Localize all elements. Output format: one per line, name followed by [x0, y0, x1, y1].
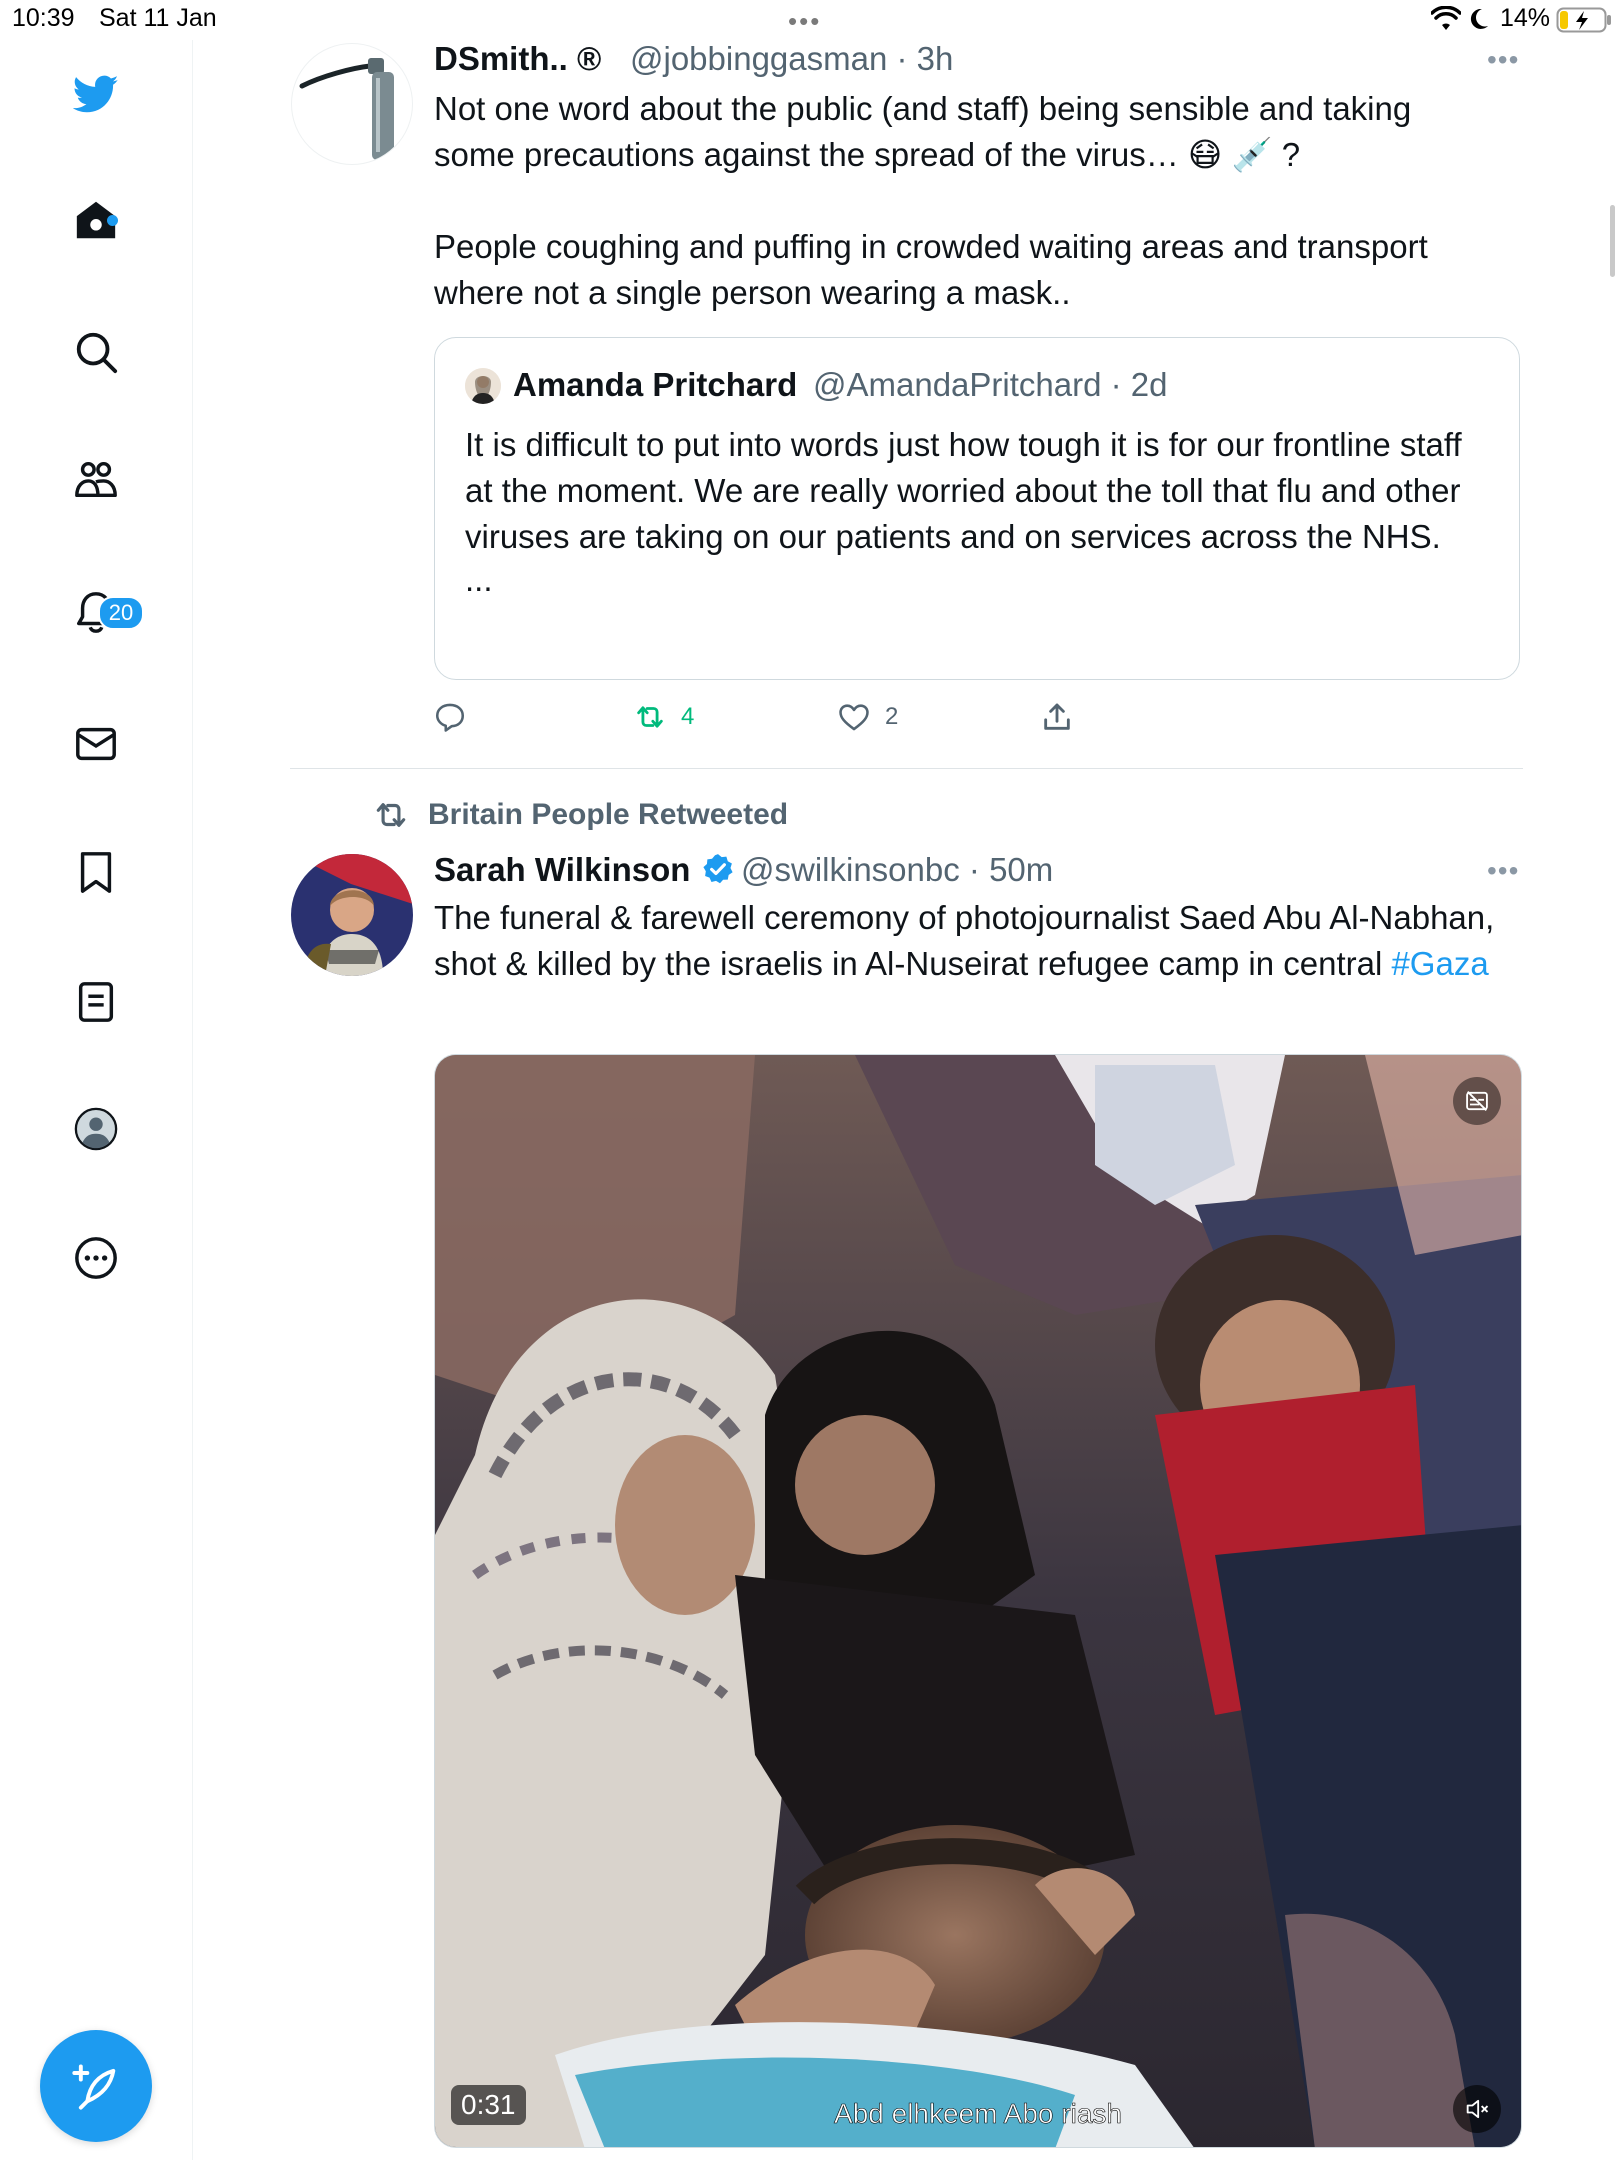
like-count: 2 — [885, 703, 899, 730]
nav-profile[interactable] — [66, 1099, 126, 1159]
notifications-badge: 20 — [98, 596, 144, 630]
tweet-text-line: Not one word about the public (and staff… — [434, 90, 1412, 127]
scroll-indicator[interactable] — [1610, 205, 1615, 277]
author-avatar[interactable] — [291, 854, 413, 976]
share-icon — [1044, 703, 1070, 730]
twitter-logo-icon[interactable] — [66, 64, 126, 124]
retweet-icon — [637, 706, 663, 728]
tweet-more-options-icon[interactable]: ••• — [1487, 44, 1519, 76]
laryngoscope-icon — [299, 58, 394, 160]
tweet-text-paragraph: People coughing and puffing in crowded w… — [434, 228, 1428, 311]
author-handle-time[interactable]: @swilkinsonbc · 50m — [741, 851, 1053, 889]
retweet-small-icon — [376, 803, 406, 827]
multitasking-dots-icon[interactable]: ••• — [788, 6, 821, 37]
author-handle[interactable]: @swilkinsonbc — [741, 851, 960, 888]
author-avatar[interactable] — [291, 43, 413, 165]
bookmark-icon — [80, 852, 112, 893]
quoted-author-handle: @AmandaPritchard — [813, 366, 1102, 403]
status-time: 10:39 — [12, 4, 75, 32]
new-content-dot — [107, 215, 118, 226]
video-frame — [435, 1055, 1521, 2147]
heart-icon — [839, 704, 869, 731]
profile-avatar-icon — [74, 1107, 118, 1151]
tweet-text-line: some precautions against the spread of t… — [434, 136, 1301, 173]
verified-badge-icon — [703, 854, 733, 884]
quoted-tweet-text: It is difficult to put into words just h… — [465, 422, 1495, 600]
nav-lists[interactable] — [66, 972, 126, 1032]
quoted-tweet-time: 2d — [1130, 366, 1168, 403]
sidebar-nav: 20 — [0, 40, 193, 2160]
search-icon — [76, 332, 118, 374]
battery-percent: 14% — [1500, 4, 1551, 32]
status-bar: 10:39 Sat 11 Jan ••• 14% — [0, 0, 1620, 40]
author-handle[interactable]: @jobbinggasman — [630, 40, 887, 77]
quoted-handle-time: @AmandaPritchard · 2d — [813, 366, 1168, 403]
battery-charging-icon — [1556, 7, 1611, 33]
reply-icon — [435, 703, 465, 732]
retweet-button[interactable]: 4 — [633, 700, 694, 734]
video-player[interactable]: 0:31 Abd elhkeem Abo riash — [434, 1054, 1522, 2148]
quoted-tweet[interactable]: Amanda Pritchard @AmandaPritchard · 2d I… — [434, 337, 1520, 680]
quoted-author-name: Amanda Pritchard — [513, 366, 798, 403]
nav-bookmarks[interactable] — [66, 842, 126, 902]
nav-communities[interactable] — [66, 450, 126, 510]
lists-icon — [78, 982, 114, 1022]
captions-icon[interactable] — [1453, 1077, 1501, 1125]
author-name[interactable]: Sarah Wilkinson — [434, 851, 690, 889]
author-photo — [291, 854, 413, 976]
quoted-text-body: It is difficult to put into words just h… — [465, 426, 1462, 555]
video-subtitle: Abd elhkeem Abo riash — [834, 2098, 1123, 2130]
tweet-text: Not one word about the public (and staff… — [434, 86, 1514, 316]
author-name[interactable]: DSmith.. ® — [434, 40, 601, 78]
nav-explore[interactable] — [66, 322, 126, 382]
nav-messages[interactable] — [66, 714, 126, 774]
tweet-divider — [290, 768, 1523, 769]
reply-button[interactable] — [433, 700, 467, 734]
author-handle-time[interactable]: @jobbinggasman · 3h — [630, 40, 953, 78]
share-button[interactable] — [1040, 700, 1074, 734]
nav-more[interactable] — [66, 1228, 126, 1288]
mute-button[interactable] — [1453, 2085, 1501, 2133]
tweet-more-options-icon[interactable]: ••• — [1487, 855, 1519, 887]
status-date: Sat 11 Jan — [99, 4, 217, 32]
hashtag-link[interactable]: #Gaza — [1391, 945, 1488, 982]
speaker-muted-icon — [1466, 2099, 1489, 2119]
mail-icon — [76, 727, 116, 761]
tweet-time[interactable]: 50m — [989, 851, 1053, 888]
quoted-author-avatar — [465, 368, 501, 404]
quoted-text-ellipsis: ... — [465, 561, 493, 598]
communities-icon — [75, 461, 117, 498]
tweet-time[interactable]: 3h — [917, 40, 954, 77]
wifi-icon — [1431, 6, 1461, 30]
compose-tweet-button[interactable] — [40, 2030, 152, 2142]
retweeted-by-row[interactable]: Britain People Retweeted — [372, 796, 788, 834]
retweeted-by-text[interactable]: Britain People Retweeted — [428, 798, 788, 832]
tweet-text-body: The funeral & farewell ceremony of photo… — [434, 899, 1495, 982]
moon-icon — [1470, 8, 1488, 29]
retweet-count: 4 — [681, 703, 695, 730]
compose-feather-icon — [72, 2064, 116, 2110]
tweet-text: The funeral & farewell ceremony of photo… — [434, 895, 1514, 987]
like-button[interactable]: 2 — [837, 700, 898, 734]
more-circle-icon — [75, 1237, 117, 1279]
